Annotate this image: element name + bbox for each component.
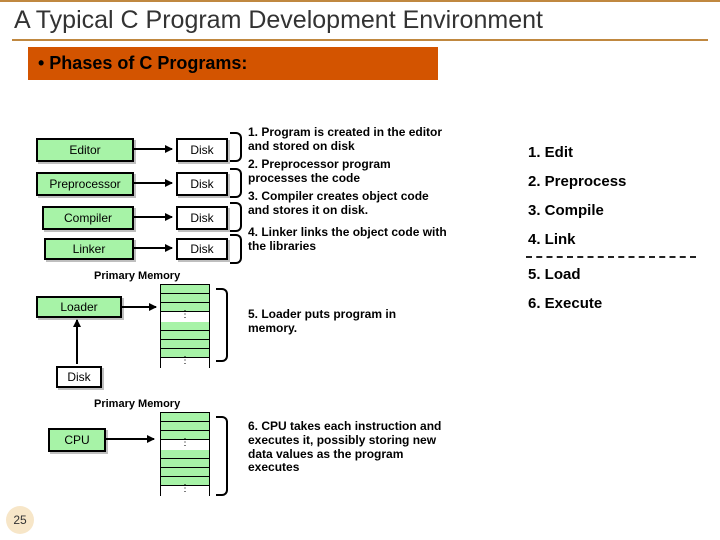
arrow-cpu-mem xyxy=(106,438,154,440)
disk-2: Disk xyxy=(176,172,228,196)
compiler-box: Compiler xyxy=(42,206,134,230)
editor-box: Editor xyxy=(36,138,134,162)
arrow-compiler-disk xyxy=(134,216,172,218)
disk-5: Disk xyxy=(56,366,102,388)
disk-3: Disk xyxy=(176,206,228,230)
desc-3: 3. Compiler creates object code and stor… xyxy=(248,190,448,218)
primary-memory-2: ⋮ ⋮ xyxy=(160,412,210,496)
primary-memory-1: ⋮ ⋮ xyxy=(160,284,210,368)
loader-box: Loader xyxy=(36,296,122,318)
phase-list: 1. Edit 2. Preprocess 3. Compile 4. Link… xyxy=(526,138,696,318)
desc-2: 2. Preprocessor program processes the co… xyxy=(248,158,448,186)
page-number: 25 xyxy=(6,506,34,534)
brace-3 xyxy=(230,202,242,232)
preprocessor-box: Preprocessor xyxy=(36,172,134,196)
arrow-preproc-disk xyxy=(134,182,172,184)
phase-preprocess: 2. Preprocess xyxy=(526,167,696,196)
linker-box: Linker xyxy=(44,238,134,260)
slide-header: A Typical C Program Development Environm… xyxy=(0,0,720,37)
desc-4: 4. Linker links the object code with the… xyxy=(248,226,448,254)
desc-6: 6. CPU takes each instruction and execut… xyxy=(248,420,458,475)
cpu-box: CPU xyxy=(48,428,106,452)
brace-2 xyxy=(230,168,242,198)
phase-compile: 3. Compile xyxy=(526,196,696,225)
phase-execute: 6. Execute xyxy=(526,289,696,318)
memory-label-2: Primary Memory xyxy=(94,398,180,410)
disk-4: Disk xyxy=(176,238,228,260)
arrow-disk-loader xyxy=(76,320,78,364)
title-underline xyxy=(12,39,708,41)
arrow-linker-disk xyxy=(134,247,172,249)
memory-label-1: Primary Memory xyxy=(94,270,180,282)
phase-load: 5. Load xyxy=(526,260,696,289)
desc-1: 1. Program is created in the editor and … xyxy=(248,126,448,154)
phases-bar: • Phases of C Programs: xyxy=(28,47,438,80)
phase-divider xyxy=(526,256,696,258)
disk-1: Disk xyxy=(176,138,228,162)
diagram-area: Editor Preprocessor Compiler Linker Disk… xyxy=(30,138,700,523)
brace-1 xyxy=(230,132,242,162)
arrow-editor-disk xyxy=(134,148,172,150)
brace-6 xyxy=(216,416,228,496)
arrow-loader-mem xyxy=(122,306,156,308)
phase-edit: 1. Edit xyxy=(526,138,696,167)
desc-5: 5. Loader puts program in memory. xyxy=(248,308,448,336)
brace-4 xyxy=(230,234,242,264)
phase-link: 4. Link xyxy=(526,225,696,254)
slide-title: A Typical C Program Development Environm… xyxy=(14,6,708,35)
brace-5 xyxy=(216,288,228,362)
